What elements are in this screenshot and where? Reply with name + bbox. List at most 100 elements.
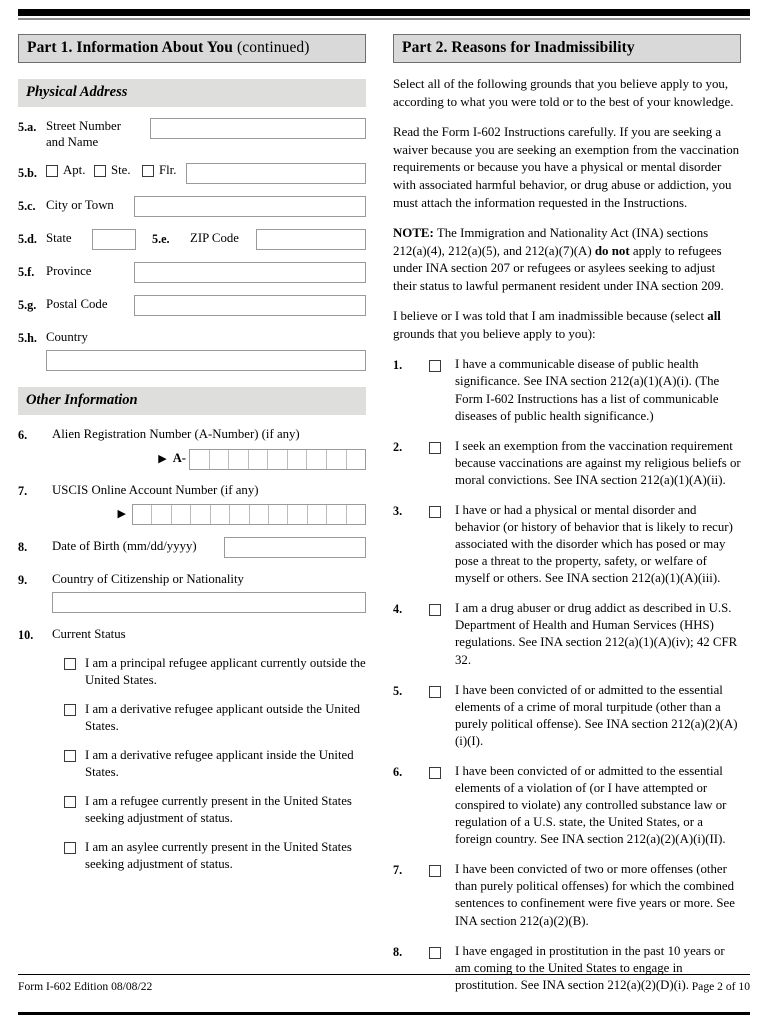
field-label-5f: Province: [46, 264, 92, 279]
field-row-5d-5e: 5.d. State 5.e. ZIP Code: [18, 229, 366, 251]
part2-intro-paragraph-2: Read the Form I-602 Instructions careful…: [393, 125, 740, 210]
field-label-5c: City or Town: [46, 198, 114, 213]
ground-checkbox[interactable]: [429, 766, 441, 779]
ground-checkbox[interactable]: [429, 441, 441, 454]
field-number-5f: 5.f.: [18, 265, 35, 280]
ground-checkbox-cell[interactable]: [429, 861, 455, 929]
ground-checkbox-cell[interactable]: [429, 438, 455, 489]
two-column-layout: Part 1. Information About You (continued…: [18, 34, 750, 994]
physical-address-band: Physical Address: [18, 79, 366, 108]
status-option[interactable]: I am a derivative refugee applicant outs…: [64, 701, 366, 735]
field-number-5c: 5.c.: [18, 199, 36, 214]
ground-text: I have a communicable disease of public …: [455, 357, 720, 423]
ground-checkbox-cell[interactable]: [429, 763, 455, 848]
field-label-5e: ZIP Code: [190, 231, 239, 246]
field-row-7-label: 7. USCIS Online Account Number (if any): [18, 481, 366, 499]
field-label-5a-line2: and Name: [46, 135, 99, 150]
ground-item[interactable]: 1. I have a communicable disease of publ…: [393, 356, 741, 424]
apt-label: Apt.: [63, 163, 86, 178]
status-option[interactable]: I am a principal refugee applicant curre…: [64, 655, 366, 689]
flr-checkbox[interactable]: [142, 164, 154, 177]
status-option-label: I am a refugee currently present in the …: [85, 793, 352, 825]
field-row-5g: 5.g. Postal Code: [18, 295, 366, 317]
state-input[interactable]: [92, 229, 136, 251]
flr-checkbox-group[interactable]: Flr.: [142, 163, 186, 178]
ground-number: 1.: [393, 358, 403, 373]
status-checkbox[interactable]: [64, 841, 76, 854]
ground-number: 4.: [393, 602, 403, 617]
ground-item[interactable]: 4. I am a drug abuser or drug addict as …: [393, 600, 741, 668]
ground-checkbox[interactable]: [429, 946, 441, 959]
ground-checkbox[interactable]: [429, 505, 441, 518]
footer-page-info: Page 2 of 10: [691, 980, 750, 993]
zip-code-input[interactable]: [256, 229, 366, 251]
field-number-5d: 5.d.: [18, 232, 37, 247]
ground-number: 2.: [393, 439, 403, 454]
field-number-10: 10.: [18, 628, 34, 643]
province-input[interactable]: [134, 262, 366, 284]
status-checkbox[interactable]: [64, 658, 76, 671]
postal-code-input[interactable]: [134, 295, 366, 317]
status-option[interactable]: I am an asylee currently present in the …: [64, 839, 366, 873]
ground-item[interactable]: 2. I seek an exemption from the vaccinat…: [393, 438, 741, 489]
field-number-5h: 5.h.: [18, 331, 37, 346]
country-of-citizenship-input[interactable]: [52, 592, 366, 614]
ground-item[interactable]: 5. I have been convicted of or admitted …: [393, 682, 741, 750]
ground-checkbox[interactable]: [429, 865, 441, 878]
right-column: Part 2. Reasons for Inadmissibility Sele…: [393, 34, 741, 994]
ground-number: 7.: [393, 863, 403, 878]
apt-checkbox-group[interactable]: Apt.: [46, 163, 94, 178]
uscis-online-account-number-input[interactable]: [132, 503, 366, 525]
ground-checkbox[interactable]: [429, 604, 441, 617]
page-footer: Form I-602 Edition 08/08/22 Page 2 of 10: [18, 974, 750, 993]
field-row-5a: 5.a. Street Number and Name: [18, 117, 366, 151]
alien-registration-number-input[interactable]: [189, 448, 366, 470]
field-label-6: Alien Registration Number (A-Number) (if…: [52, 427, 300, 442]
ground-number: 3.: [393, 503, 403, 518]
ground-checkbox-cell[interactable]: [429, 356, 455, 424]
field-row-7-input: ▶: [18, 503, 366, 525]
believe-text-a: I believe or I was told that I am inadmi…: [393, 309, 708, 324]
arrow-right-icon: ▶: [158, 452, 167, 465]
ste-checkbox[interactable]: [94, 164, 106, 177]
field-label-5a-line1: Street Number: [46, 119, 121, 134]
status-checkbox[interactable]: [64, 750, 76, 763]
left-column: Part 1. Information About You (continued…: [18, 34, 366, 994]
part2-header-title: Part 2. Reasons for Inadmissibility: [402, 39, 635, 56]
ground-item[interactable]: 3. I have or had a physical or mental di…: [393, 502, 741, 587]
ground-checkbox-cell[interactable]: [429, 502, 455, 587]
field-row-5f: 5.f. Province: [18, 262, 366, 284]
form-page: Part 1. Information About You (continued…: [0, 0, 768, 1019]
top-gray-bar: [18, 18, 750, 20]
country-input[interactable]: [46, 350, 366, 372]
field-row-6-input: ▶ A-: [18, 448, 366, 470]
ground-text: I am a drug abuser or drug addict as des…: [455, 601, 738, 667]
ground-text: I have been convicted of or admitted to …: [455, 763, 727, 847]
field-row-5h-label: 5.h. Country: [18, 328, 366, 346]
top-black-bar: [18, 9, 750, 16]
date-of-birth-input[interactable]: [224, 536, 366, 558]
status-option[interactable]: I am a derivative refugee applicant insi…: [64, 747, 366, 781]
ground-checkbox[interactable]: [429, 360, 441, 373]
field-number-5a: 5.a.: [18, 120, 37, 135]
ste-checkbox-group[interactable]: Ste.: [94, 163, 142, 178]
status-checkbox[interactable]: [64, 795, 76, 808]
ground-text: I seek an exemption from the vaccination…: [455, 438, 741, 487]
believe-emphasis-all: all: [707, 309, 721, 324]
apt-checkbox[interactable]: [46, 164, 58, 177]
apt-ste-flr-number-input[interactable]: [186, 163, 366, 185]
ground-item[interactable]: 6. I have been convicted of or admitted …: [393, 763, 741, 848]
ground-number: 6.: [393, 764, 403, 779]
note-label: NOTE:: [393, 226, 434, 241]
ground-item[interactable]: 7. I have been convicted of two or more …: [393, 861, 741, 929]
status-option[interactable]: I am a refugee currently present in the …: [64, 793, 366, 827]
ground-checkbox[interactable]: [429, 685, 441, 698]
city-or-town-input[interactable]: [134, 196, 366, 218]
street-number-and-name-input[interactable]: [150, 118, 366, 140]
field-label-5d: State: [46, 231, 72, 246]
status-checkbox[interactable]: [64, 704, 76, 717]
field-number-8: 8.: [18, 539, 28, 554]
ground-checkbox-cell[interactable]: [429, 682, 455, 750]
ground-checkbox-cell[interactable]: [429, 600, 455, 668]
part2-intro-paragraph-1: Select all of the following grounds that…: [393, 77, 734, 109]
